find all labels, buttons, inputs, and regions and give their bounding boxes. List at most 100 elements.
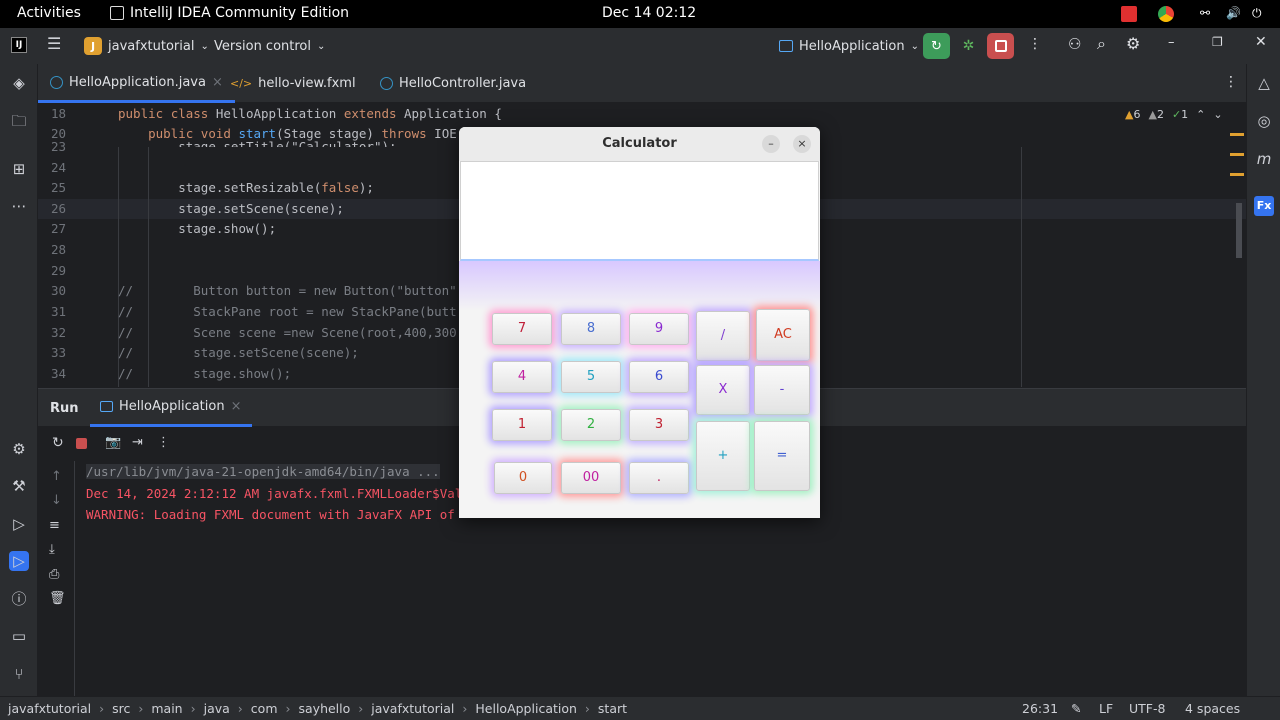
breadcrumb-item[interactable]: sayhello — [299, 701, 351, 716]
check-icon: ✓ — [1171, 108, 1182, 121]
console-line[interactable]: /usr/lib/jvm/java-21-openjdk-amd64/bin/j… — [86, 464, 440, 479]
chevron-down-icon[interactable]: ⌄ — [1213, 108, 1222, 121]
trash-icon[interactable]: 🗑 — [49, 591, 66, 606]
calc-button[interactable]: 4 — [492, 361, 552, 393]
calc-button[interactable]: 9 — [629, 313, 689, 345]
tabs-more-icon[interactable]: ⋮ — [1224, 74, 1238, 90]
calc-button[interactable]: 0 — [494, 462, 552, 494]
run-more-icon[interactable]: ⋮ — [157, 435, 170, 450]
tab-label: HelloController.java — [399, 76, 527, 91]
arrow-down-icon[interactable]: ↓ — [51, 493, 62, 508]
calc-button[interactable]: 1 — [492, 409, 552, 441]
warning-stripe[interactable] — [1230, 153, 1244, 156]
rerun-button[interactable]: ↻ — [923, 33, 950, 59]
learn-icon[interactable]: ◈ — [9, 73, 29, 93]
line-separator[interactable]: LF — [1099, 701, 1113, 716]
maven-icon[interactable]: m — [1254, 149, 1274, 169]
breadcrumb-item[interactable]: main — [151, 701, 182, 716]
calc-button[interactable]: 7 — [492, 313, 552, 345]
minimize-icon[interactable]: – — [1168, 35, 1175, 50]
stop-icon[interactable] — [76, 438, 87, 449]
problems-icon[interactable]: ⓘ — [9, 589, 29, 609]
chevron-up-icon[interactable]: ⌃ — [1196, 108, 1205, 121]
run-window-icon[interactable]: ▷ — [9, 551, 29, 571]
tab-hello-controller[interactable]: HelloController.java — [368, 64, 538, 103]
volume-icon[interactable]: 🔊 — [1226, 6, 1242, 22]
services-icon[interactable]: ⚙ — [9, 439, 29, 459]
file-encoding[interactable]: UTF-8 — [1129, 701, 1165, 716]
tab-hello-view-fxml[interactable]: </> hello-view.fxml — [218, 64, 368, 103]
arrow-up-icon[interactable]: ↑ — [51, 469, 62, 484]
close-icon[interactable]: ✕ — [1255, 34, 1267, 50]
warning-stripe[interactable] — [1230, 173, 1244, 176]
clock[interactable]: Dec 14 02:12 — [602, 5, 696, 21]
fx-icon[interactable]: Fx — [1254, 196, 1274, 216]
breadcrumb-item[interactable]: src — [112, 701, 130, 716]
calc-minimize-button[interactable]: – — [762, 135, 780, 153]
code-line: stage.show(); — [178, 221, 277, 236]
chrome-icon[interactable] — [1158, 6, 1174, 22]
exit-icon[interactable]: ⇥ — [132, 435, 143, 450]
inspection-widget[interactable]: ▲6 ▲2 ✓1 ⌃ ⌄ — [1125, 108, 1223, 121]
more-actions-icon[interactable]: ⋮ — [1028, 36, 1042, 52]
gear-icon[interactable]: ⚙ — [1126, 34, 1140, 53]
vcs-selector[interactable]: Version control ⌄ — [214, 34, 325, 58]
app-menu[interactable]: IntelliJ IDEA Community Edition — [110, 5, 349, 21]
project-folder-icon[interactable]: 🗀 — [9, 111, 29, 131]
calc-button[interactable]: 2 — [561, 409, 621, 441]
debug-icon[interactable]: ✲ — [955, 33, 982, 59]
print-icon[interactable]: ⎙ — [49, 567, 59, 582]
ai-assistant-icon[interactable]: ◎ — [1254, 111, 1274, 131]
indent-setting[interactable]: 4 spaces — [1185, 701, 1240, 716]
calc-button[interactable]: X — [696, 365, 750, 415]
terminal-icon[interactable]: ▭ — [9, 626, 29, 646]
screencast-icon[interactable] — [1121, 6, 1137, 22]
structure-icon[interactable]: ⊞ — [9, 159, 29, 179]
calc-button[interactable]: 5 — [561, 361, 621, 393]
calculator-display[interactable] — [460, 161, 819, 261]
main-menu-icon[interactable]: ☰ — [47, 34, 61, 53]
git-icon[interactable]: ⑂ — [9, 664, 29, 684]
network-icon[interactable]: ⚯ — [1200, 6, 1216, 22]
breadcrumb-item[interactable]: HelloApplication — [475, 701, 577, 716]
calc-button[interactable]: - — [754, 365, 810, 415]
activities-button[interactable]: Activities — [17, 5, 81, 21]
calc-button[interactable]: 8 — [561, 313, 621, 345]
warning-stripe[interactable] — [1230, 133, 1244, 136]
maximize-icon[interactable]: ❐ — [1212, 35, 1223, 49]
cursor-position[interactable]: 26:31 — [1022, 701, 1058, 716]
run-config-selector[interactable]: HelloApplication ⌄ — [779, 34, 919, 58]
tab-hello-application[interactable]: HelloApplication.java × — [38, 64, 235, 103]
notifications-icon[interactable]: △ — [1254, 73, 1274, 93]
run-tab-close-icon[interactable]: × — [231, 399, 242, 414]
more-tools-icon[interactable]: ⋯ — [9, 196, 29, 216]
run-tab-hello-application[interactable]: HelloApplication × — [90, 389, 252, 427]
calc-close-button[interactable]: × — [793, 135, 811, 153]
rerun-icon[interactable]: ↻ — [52, 435, 64, 451]
calc-button[interactable]: . — [629, 462, 689, 494]
calc-button[interactable]: 6 — [629, 361, 689, 393]
breadcrumb-item[interactable]: start — [598, 701, 627, 716]
search-icon[interactable]: ⌕ — [1097, 34, 1106, 54]
breadcrumb-item[interactable]: javafxtutorial — [371, 701, 454, 716]
breadcrumb-item[interactable]: com — [251, 701, 278, 716]
breadcrumb-item[interactable]: javafxtutorial — [8, 701, 91, 716]
calc-button[interactable]: 3 — [629, 409, 689, 441]
calc-button[interactable]: 00 — [561, 462, 621, 494]
editor-scrollbar[interactable] — [1236, 203, 1242, 258]
add-user-icon[interactable]: ⚇ — [1068, 35, 1081, 53]
camera-icon[interactable]: 📷 — [105, 435, 121, 450]
scroll-to-end-icon[interactable]: ⤓ — [49, 542, 55, 557]
soft-wrap-icon[interactable]: ≡ — [49, 518, 60, 533]
power-icon[interactable]: ⏻ — [1252, 6, 1268, 22]
build-icon[interactable]: ⚒ — [9, 476, 29, 496]
breadcrumb-item[interactable]: java — [204, 701, 230, 716]
calc-button[interactable]: AC — [756, 309, 810, 361]
calc-button[interactable]: + — [696, 421, 750, 491]
stop-button[interactable] — [987, 33, 1014, 59]
calc-button[interactable]: / — [696, 311, 750, 361]
no-edit-icon[interactable]: ✎ — [1071, 701, 1081, 716]
calc-button[interactable]: = — [754, 421, 810, 491]
project-selector[interactable]: J javafxtutorial ⌄ — [84, 34, 209, 58]
run-tool-icon[interactable]: ▷ — [9, 514, 29, 534]
